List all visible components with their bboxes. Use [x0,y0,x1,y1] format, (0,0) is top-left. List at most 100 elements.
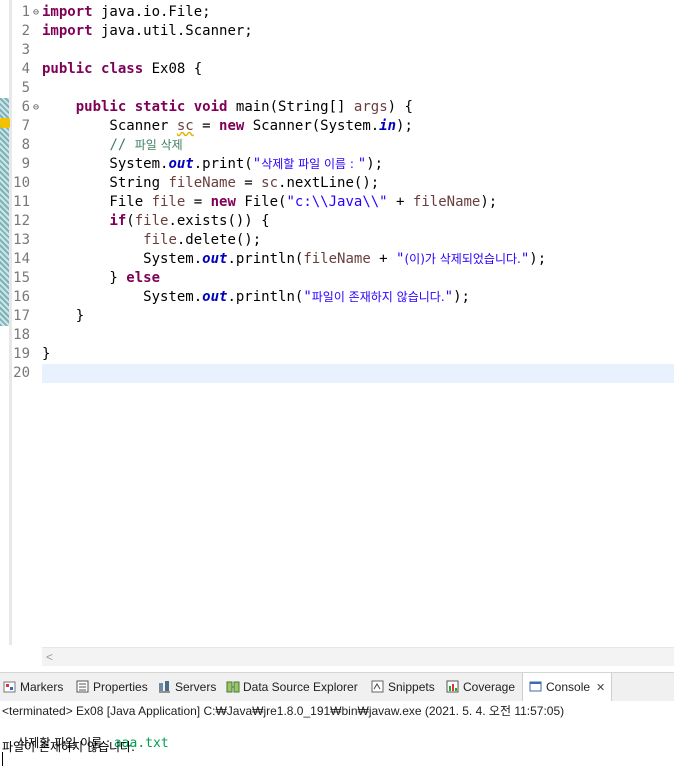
code-line[interactable]: 6 ⊖ public static void main(String[] args… [0,98,674,117]
code-line[interactable]: 13 file.delete(); [0,231,674,250]
code-token: .delete(); [176,232,262,248]
code-token: System. [42,289,203,305]
code-line[interactable]: 1 ⊖ import java.io.File; [0,3,674,22]
code-line[interactable]: 15 } else [0,269,674,288]
code-text: import java.util.Scanner; [42,22,253,41]
code-token: System. [42,156,169,172]
code-line[interactable]: 3 [0,41,674,60]
line-number: 12 [13,213,30,229]
code-token: java.io.File; [92,4,211,20]
code-line[interactable]: 4 public class Ex08 { [0,60,674,79]
close-icon[interactable]: ✕ [596,674,605,702]
tab-snippets[interactable]: Snippets [371,673,435,701]
code-line[interactable]: 19} [0,345,674,364]
code-text: String fileName = sc.nextLine(); [42,174,379,193]
code-text: file.delete(); [42,231,261,250]
code-token: } [42,270,127,286]
code-token: java.util.Scanner; [92,23,253,39]
code-token: else [126,270,161,286]
line-number: 2 [21,23,30,39]
fold-collapse-icon[interactable]: ⊖ [31,3,41,22]
code-token: " [357,156,367,172]
code-token: } [42,346,51,362]
code-line[interactable]: 7 Scanner sc = new Scanner(System.in); [0,117,674,136]
servers-icon [158,675,171,693]
code-token: 파일이 존재하지 않습니다. [311,290,445,304]
code-text: File file = new File("c:\\Java\\" + file… [42,193,497,212]
line-number: 17 [13,308,30,324]
tab-dse[interactable]: Data Source Explorer [226,673,358,701]
code-token: fileName [168,175,236,191]
line-number: 5 [21,80,30,96]
properties-icon [76,675,89,693]
code-token: file [151,194,186,210]
code-token: ) { [387,99,413,115]
code-token: out [168,156,194,172]
code-line[interactable]: 8 // 파일 삭제 [0,136,674,155]
tab-label: Coverage [463,680,516,694]
horizontal-scrollbar[interactable]: < [42,647,674,666]
code-token: .nextLine(); [278,175,380,191]
code-line[interactable]: 16 System.out.println("파일이 존재하지 않습니다."); [0,288,674,307]
code-token: main(String[] [227,99,354,115]
code-token: = [185,194,211,210]
tab-properties[interactable]: Properties [76,673,148,701]
code-token: class [101,61,144,77]
code-line[interactable]: 11 File file = new File("c:\\Java\\" + f… [0,193,674,212]
code-text: Scanner sc = new Scanner(System.in); [42,117,413,136]
console-view[interactable]: <terminated> Ex08 [Java Application] C:₩… [0,701,674,767]
code-token: new [210,194,236,210]
tab-coverage[interactable]: Coverage [446,673,515,701]
code-token: public [75,99,127,115]
line-number: 3 [21,42,30,58]
tab-label: Console [546,680,591,694]
code-token: file [143,232,177,248]
code-line[interactable]: 20 [0,364,674,383]
code-line[interactable]: 10 String fileName = sc.nextLine(); [0,174,674,193]
code-token: 삭제할 파일 이름 : [261,157,358,171]
code-token: if [109,213,127,229]
line-number: 10 [13,175,30,191]
code-token: 파일 삭제 [134,138,183,152]
line-number: 7 [21,118,30,134]
fold-collapse-icon[interactable]: ⊖ [31,98,41,117]
code-line[interactable]: 2 import java.util.Scanner; [0,22,674,41]
tab-markers[interactable]: Markers [3,673,63,701]
code-text: } [42,345,50,364]
code-line[interactable]: 5 [0,79,674,98]
coverage-icon [446,675,459,693]
code-token: fileName [412,194,481,210]
line-number: 1 [21,4,30,20]
code-token: ); [396,118,413,134]
tab-console[interactable]: Console ✕ [522,673,613,702]
code-line[interactable]: 18 [0,326,674,345]
code-token: System. [42,251,203,267]
snippets-icon [371,675,384,693]
tab-label: Data Source Explorer [243,680,358,694]
code-text: System.out.println("파일이 존재하지 않습니다."); [42,288,470,307]
console-process-description: <terminated> Ex08 [Java Application] C:₩… [2,704,565,718]
code-token: out [202,289,228,305]
tab-label: Snippets [388,680,435,694]
code-token: file [134,213,169,229]
code-token: args [353,99,388,115]
code-token: File [42,194,152,210]
code-token: public [42,61,93,77]
tab-servers[interactable]: Servers [158,673,216,701]
code-line[interactable]: 9 System.out.print("삭제할 파일 이름 : "); [0,155,674,174]
code-token: import [42,4,93,20]
code-token: "c:\\Java\\" [286,194,388,210]
scroll-left-icon[interactable]: < [46,648,53,666]
code-line[interactable]: 12 if(file.exists()) { [0,212,674,231]
code-line[interactable]: 17 } [0,307,674,326]
code-token: ( [126,213,135,229]
code-editor[interactable]: 1 ⊖ import java.io.File; 2 import java.util.… [0,0,674,666]
code-line[interactable]: 14 System.out.println(fileName + "(이)가 삭… [0,250,674,269]
code-text: public static void main(String[] args) { [42,98,413,117]
